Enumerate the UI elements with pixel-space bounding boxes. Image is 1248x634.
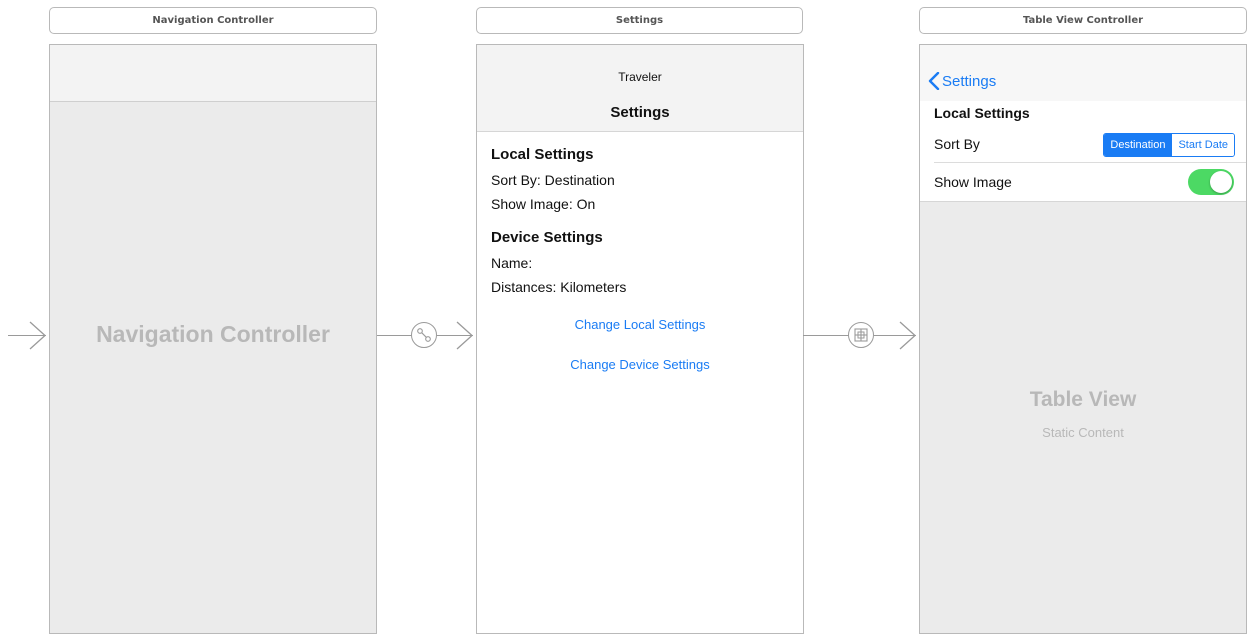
- show-image-row-label: Show Image: [934, 174, 1012, 190]
- relationship-segue-icon[interactable]: [411, 322, 437, 348]
- scene-title-label: Table View Controller: [1022, 15, 1144, 26]
- navigation-controller-placeholder: Navigation Controller: [96, 321, 330, 347]
- chevron-left-icon: [928, 72, 940, 90]
- navigation-bar: [50, 45, 376, 102]
- sort-by-label: Sort By: Destination: [491, 172, 615, 188]
- distances-label: Distances: Kilometers: [491, 279, 627, 295]
- relationship-arrow-icon: [456, 321, 473, 350]
- show-segue-icon[interactable]: [848, 322, 874, 348]
- settings-scene[interactable]: Traveler Settings Local Settings Sort By…: [476, 44, 804, 634]
- navigation-title: Settings: [610, 104, 670, 121]
- show-image-switch[interactable]: [1188, 169, 1234, 195]
- navigation-bar: Traveler Settings: [477, 45, 803, 132]
- relationship-segue-line: [377, 335, 412, 336]
- show-arrow-icon: [899, 321, 916, 350]
- show-segue-line: [803, 335, 849, 336]
- table-view-controller-scene[interactable]: Settings Local Settings Sort By Destinat…: [919, 44, 1247, 634]
- device-settings-heading: Device Settings: [491, 229, 603, 246]
- switch-knob: [1210, 171, 1232, 193]
- segment-start-date[interactable]: Start Date: [1171, 134, 1234, 156]
- initial-arrow-icon[interactable]: [28, 321, 48, 350]
- local-settings-heading: Local Settings: [491, 146, 594, 163]
- back-button-label: Settings: [942, 72, 997, 90]
- change-device-settings-button[interactable]: Change Device Settings: [477, 357, 803, 372]
- scene-title-settings[interactable]: Settings: [476, 7, 803, 34]
- navigation-controller-scene[interactable]: Navigation Controller: [49, 44, 377, 634]
- row-separator: [934, 162, 1246, 163]
- scene-title-label: Navigation Controller: [152, 15, 274, 26]
- table-view-placeholder-title: Table View: [1029, 388, 1137, 411]
- scene-title-navigation-controller[interactable]: Navigation Controller: [49, 7, 377, 34]
- table-view-placeholder-subtitle: Static Content: [1042, 425, 1124, 440]
- name-label: Name:: [491, 255, 533, 271]
- back-button[interactable]: Settings: [928, 72, 996, 90]
- scene-title-table-view-controller[interactable]: Table View Controller: [919, 7, 1247, 34]
- local-settings-section-header: Local Settings: [934, 105, 1030, 121]
- navigation-bar: Settings: [920, 45, 1246, 101]
- sort-by-segmented-control[interactable]: Destination Start Date: [1103, 133, 1235, 157]
- navigation-prompt: Traveler: [618, 70, 662, 84]
- sort-by-row-label: Sort By: [934, 136, 980, 152]
- change-local-settings-button[interactable]: Change Local Settings: [477, 317, 803, 332]
- segment-destination[interactable]: Destination: [1104, 134, 1172, 156]
- show-image-label: Show Image: On: [491, 196, 596, 212]
- scene-title-label: Settings: [615, 15, 664, 26]
